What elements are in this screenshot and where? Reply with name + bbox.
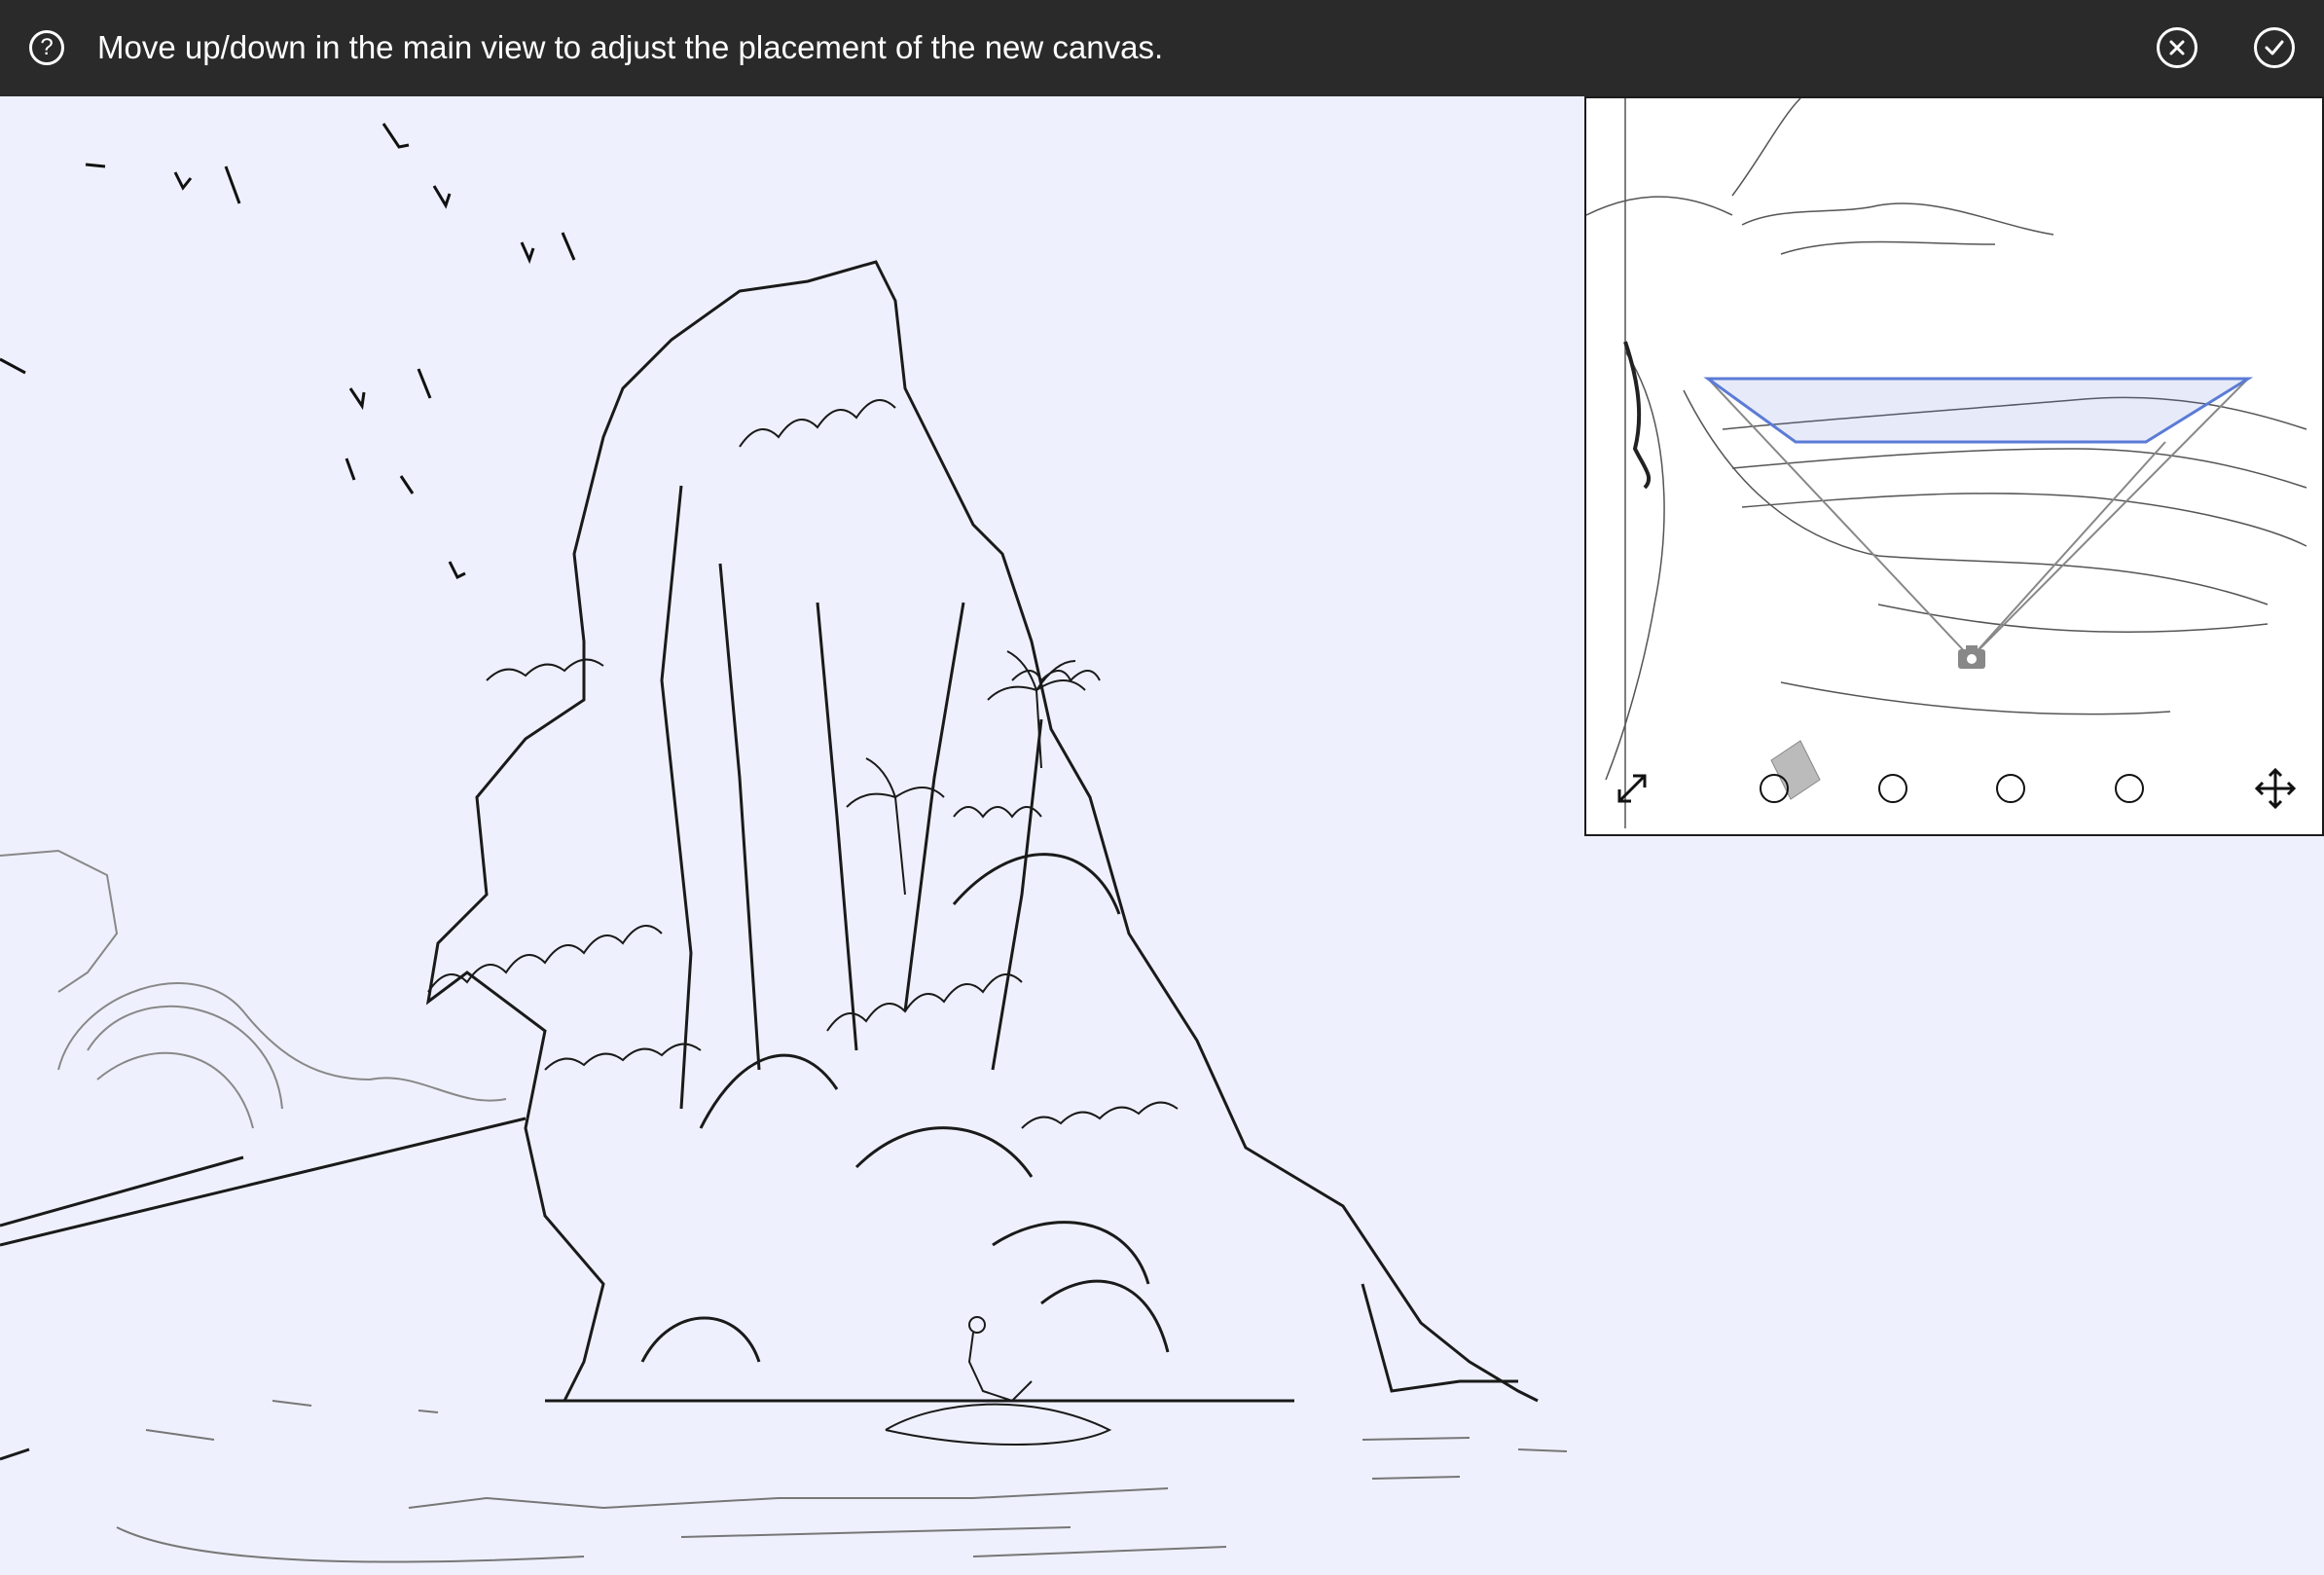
help-icon[interactable]: ?: [29, 30, 64, 65]
preview-toolbar: [1586, 743, 2322, 834]
preview-option-4[interactable]: [2115, 774, 2144, 803]
check-icon: [2265, 40, 2284, 55]
preview-option-1[interactable]: [1760, 774, 1789, 803]
move-arrows-icon[interactable]: [2251, 764, 2300, 813]
confirm-button[interactable]: [2254, 27, 2295, 68]
preview-thumbnail[interactable]: [1586, 98, 2322, 834]
cancel-button[interactable]: [2157, 27, 2197, 68]
diagonal-resize-icon[interactable]: [1608, 764, 1656, 813]
preview-option-3[interactable]: [1996, 774, 2025, 803]
instruction-text: Move up/down in the main view to adjust …: [97, 29, 1164, 65]
preview-option-2[interactable]: [1878, 774, 1907, 803]
instruction-bar: ? Move up/down in the main view to adjus…: [0, 0, 2324, 96]
close-icon: [2169, 40, 2185, 55]
canvas-preview-panel[interactable]: [1584, 96, 2324, 836]
